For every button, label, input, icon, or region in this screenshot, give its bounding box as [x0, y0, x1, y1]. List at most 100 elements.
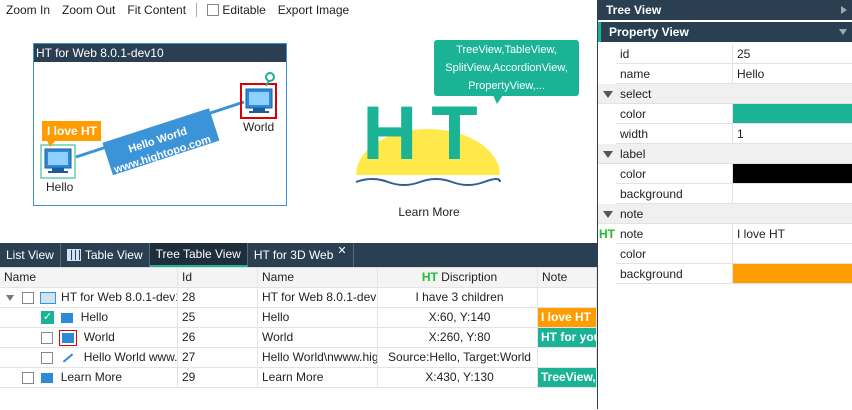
table-row[interactable]: ✓ Hello 25 Hello X:60, Y:140 I love HT	[0, 308, 597, 328]
property-value[interactable]: Hello	[733, 64, 852, 84]
tree-cell: Hello World www.hightopo.com	[0, 348, 178, 367]
info-bubble[interactable]: TreeView,TableView, SplitView,AccordionV…	[434, 40, 579, 96]
row-description: I have 3 children	[378, 288, 538, 307]
close-icon[interactable]: ✕	[337, 240, 346, 263]
group-icon	[39, 291, 56, 304]
tab-tree-table-view[interactable]: Tree Table View	[149, 243, 248, 267]
tree-cell: HT for Web 8.0.1-dev10	[0, 288, 178, 307]
color-swatch[interactable]	[733, 264, 852, 284]
collapse-icon[interactable]	[603, 91, 613, 98]
column-header-label: Discription	[441, 270, 498, 284]
category-name: select	[616, 84, 733, 104]
row-name-value: Hello	[258, 308, 378, 327]
table-header: Name Id Name HT Discription Note	[0, 268, 597, 288]
tree-table: Name Id Name HT Discription Note HT for …	[0, 267, 597, 410]
tree-view-title: Tree View	[606, 3, 662, 17]
color-swatch[interactable]	[733, 104, 852, 124]
column-header[interactable]: Id	[178, 268, 258, 287]
row-id: 27	[178, 348, 258, 367]
property-value[interactable]: I love HT	[733, 224, 852, 244]
collapse-icon[interactable]	[6, 294, 14, 301]
property-value[interactable]: 25	[733, 44, 852, 64]
tab-table-view[interactable]: Table View	[61, 243, 150, 267]
checked-checkbox[interactable]: ✓	[41, 311, 54, 325]
learn-more-label[interactable]: Learn More	[380, 205, 478, 219]
property-row-select-color[interactable]: color	[598, 104, 852, 124]
property-row-id[interactable]: id 25	[598, 44, 852, 64]
property-row-note[interactable]: HT note I love HT	[598, 224, 852, 244]
hello-label: Hello	[46, 180, 74, 194]
table-row[interactable]: HT for Web 8.0.1-dev10 28 HT for Web 8.0…	[0, 288, 597, 308]
table-row[interactable]: Learn More 29 Learn More X:430, Y:130 Tr…	[0, 368, 597, 388]
property-value[interactable]: 1	[733, 124, 852, 144]
table-row[interactable]: Hello World www.hightopo.com 27 Hello Wo…	[0, 348, 597, 368]
column-header[interactable]: Note	[538, 268, 597, 287]
row-name-value: Learn More	[258, 368, 378, 387]
column-header-description[interactable]: HT Discription	[378, 268, 538, 287]
chevron-right-icon	[841, 6, 847, 14]
right-panel: Tree View Property View id 25 name Hello…	[597, 0, 852, 409]
tree-cell: ✓ Hello	[0, 308, 178, 327]
category-name: note	[616, 204, 733, 224]
ht-icon: HT	[421, 270, 438, 284]
row-checkbox[interactable]	[41, 351, 53, 364]
world-node[interactable]	[240, 72, 277, 119]
row-name: Hello	[80, 310, 109, 324]
row-note: TreeView,	[538, 368, 597, 387]
column-header[interactable]: Name	[0, 268, 178, 287]
tab-label: Table View	[84, 247, 143, 262]
property-category-note[interactable]: note	[598, 204, 852, 224]
tab-list-view[interactable]: List View	[0, 243, 61, 267]
property-row-label-color[interactable]: color	[598, 164, 852, 184]
row-name: Hello World www.hightopo.com	[83, 350, 178, 364]
row-name: World	[83, 330, 115, 344]
property-row-note-color[interactable]: color	[598, 244, 852, 264]
computer-icon	[41, 372, 54, 383]
property-view-header[interactable]: Property View	[598, 22, 852, 42]
row-name-value: Hello World\nwww.hightopo.com	[258, 348, 378, 367]
row-note: I love HT	[538, 308, 597, 327]
view-tab-bar: List View Table View Tree Table View HT …	[0, 243, 597, 267]
property-category-select[interactable]: select	[598, 84, 852, 104]
row-name-value: HT for Web 8.0.1-dev10	[258, 288, 378, 307]
property-row-label-background[interactable]: background	[598, 184, 852, 204]
collapse-icon[interactable]	[603, 151, 613, 158]
row-name: Learn More	[60, 370, 123, 384]
world-label: World	[243, 120, 275, 134]
category-name: label	[616, 144, 733, 164]
ht-icon: HT	[599, 227, 615, 241]
property-row-name[interactable]: name Hello	[598, 64, 852, 84]
row-description: X:60, Y:140	[378, 308, 538, 327]
tab-ht-3d[interactable]: HT for 3D Web ✕	[248, 243, 354, 267]
hello-node[interactable]	[40, 144, 76, 179]
property-value[interactable]	[733, 184, 852, 204]
tree-view-header[interactable]: Tree View	[598, 0, 852, 20]
hello-note-text: I love HT	[47, 124, 98, 138]
ht-logo-text: HT	[362, 91, 492, 176]
bubble-line-2: SplitView,AccordionView,	[445, 62, 568, 74]
row-checkbox[interactable]	[41, 331, 53, 344]
row-checkbox[interactable]	[22, 291, 35, 304]
row-id: 29	[178, 368, 258, 387]
row-note: HT for you	[538, 328, 597, 347]
computer-icon	[61, 312, 74, 323]
column-header[interactable]: Name	[258, 268, 378, 287]
property-name: background	[616, 264, 733, 284]
property-view-title: Property View	[609, 25, 689, 39]
property-name: color	[616, 104, 733, 124]
tree-cell: Learn More	[0, 368, 178, 387]
bubble-pointer	[493, 95, 503, 104]
edge-icon	[63, 353, 74, 363]
row-checkbox[interactable]	[22, 371, 34, 384]
property-category-label[interactable]: label	[598, 144, 852, 164]
property-row-width[interactable]: width 1	[598, 124, 852, 144]
tab-label: HT for 3D Web	[253, 247, 334, 262]
property-name: id	[616, 44, 733, 64]
property-value[interactable]	[733, 244, 852, 264]
table-row[interactable]: World 26 World X:260, Y:80 HT for you	[0, 328, 597, 348]
property-row-note-background[interactable]: background	[598, 264, 852, 284]
property-name: background	[616, 184, 733, 204]
collapse-icon[interactable]	[603, 211, 613, 218]
grid-icon	[66, 249, 81, 261]
color-swatch[interactable]	[733, 164, 852, 184]
